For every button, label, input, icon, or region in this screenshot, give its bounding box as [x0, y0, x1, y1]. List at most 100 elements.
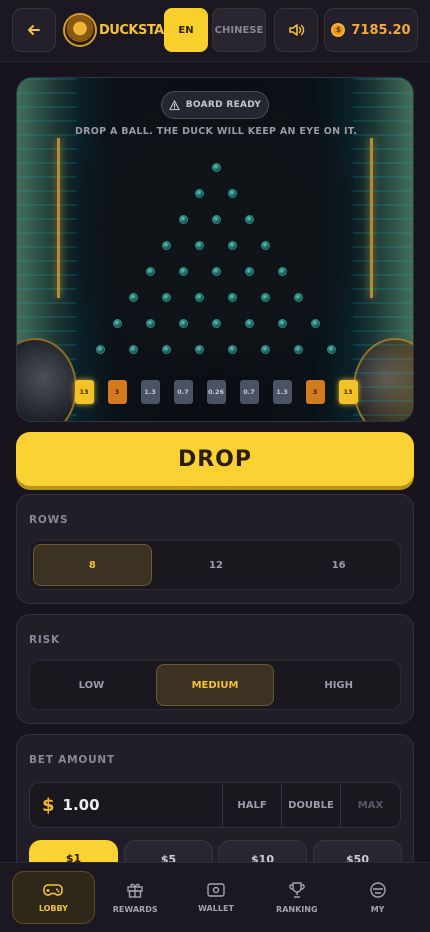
multiplier-bucket: 3	[305, 380, 325, 404]
peg	[211, 266, 221, 276]
multiplier-bucket: 0.26	[206, 380, 226, 404]
plinko-board[interactable]: BOARD READY DROP A BALL. THE DUCK WILL K…	[16, 77, 414, 422]
peg	[261, 344, 270, 354]
bet-amount-input[interactable]: $ 1.00 HALF DOUBLE MAX	[29, 782, 401, 828]
peg	[178, 266, 188, 276]
wallet-icon	[207, 883, 225, 897]
currency-symbol: $	[42, 794, 55, 816]
gamepad-icon	[43, 884, 64, 896]
multiplier-bucket: 0.7	[239, 380, 259, 404]
peg	[178, 318, 188, 328]
board-hint: DROP A BALL. THE DUCK WILL KEEP AN EYE O…	[74, 126, 358, 137]
half-button[interactable]: HALF	[223, 783, 282, 827]
peg	[195, 188, 204, 198]
multiplier-bucket: 13	[338, 380, 358, 404]
rows-selector: 8 12 16	[29, 540, 401, 590]
rows-option-8[interactable]: 8	[33, 544, 152, 586]
sound-toggle-button[interactable]	[274, 8, 318, 52]
peg	[244, 318, 254, 328]
board-status-badge: BOARD READY	[161, 91, 269, 119]
bet-amount-value[interactable]: 1.00	[63, 796, 100, 814]
multiplier-bucket: 1.3	[272, 380, 292, 404]
peg	[310, 318, 320, 328]
peg	[211, 318, 221, 328]
peg	[277, 266, 287, 276]
peg	[277, 318, 287, 328]
board-status-text: BOARD READY	[185, 100, 262, 110]
peg	[327, 344, 336, 354]
multiplier-bucket: 1.3	[140, 380, 160, 404]
bet-title: BET AMOUNT	[29, 754, 115, 766]
nav-ranking[interactable]: RANKING	[256, 871, 337, 924]
risk-option-high[interactable]: HIGH	[280, 664, 397, 706]
nav-rewards-label: REWARDS	[112, 905, 158, 914]
lang-chinese-button[interactable]: CHINESE	[212, 8, 266, 52]
peg	[162, 292, 171, 302]
trophy-icon	[289, 882, 305, 898]
gift-icon	[127, 883, 143, 898]
bottom-nav: LOBBY REWARDS WALLET RANKING MY	[0, 862, 430, 932]
multiplier-bucket: 13	[74, 380, 94, 404]
risk-selector: LOW MEDIUM HIGH	[29, 660, 401, 710]
peg	[96, 344, 105, 354]
nav-my-label: MY	[370, 905, 385, 914]
nav-rewards[interactable]: REWARDS	[95, 871, 176, 924]
right-neon-strip	[370, 138, 373, 298]
peg	[129, 344, 138, 354]
lang-en-button[interactable]: EN	[164, 8, 208, 52]
peg	[228, 292, 237, 302]
peg	[162, 344, 171, 354]
peg	[261, 240, 270, 250]
risk-option-medium[interactable]: MEDIUM	[155, 664, 275, 706]
peg	[211, 162, 221, 172]
peg	[294, 344, 303, 354]
peg	[195, 292, 204, 302]
risk-title: RISK	[29, 634, 60, 646]
balance-display[interactable]: $ 7185.20	[324, 8, 418, 52]
peg	[228, 188, 237, 198]
peg	[195, 344, 204, 354]
multiplier-bucket: 3	[107, 380, 127, 404]
nav-wallet[interactable]: WALLET	[176, 871, 257, 924]
risk-panel: RISK LOW MEDIUM HIGH	[16, 614, 414, 724]
rows-title: ROWS	[29, 514, 69, 526]
multiplier-bucket: 0.7	[173, 380, 193, 404]
peg	[195, 240, 204, 250]
balance-value: 7185.20	[351, 22, 411, 38]
peg	[244, 214, 254, 224]
peg	[145, 318, 155, 328]
peg	[211, 214, 221, 224]
peg	[294, 292, 303, 302]
peg	[145, 266, 155, 276]
top-bar: DUCKSTAKE EN CHINESE $ 7185.20	[0, 0, 430, 62]
double-button[interactable]: DOUBLE	[282, 783, 341, 827]
rows-option-12[interactable]: 12	[158, 544, 275, 586]
left-machine-orb	[17, 338, 77, 421]
speaker-icon	[289, 24, 305, 36]
peg	[112, 318, 122, 328]
drop-button[interactable]: DROP	[16, 432, 414, 486]
peg	[244, 266, 254, 276]
rows-option-16[interactable]: 16	[280, 544, 397, 586]
profile-icon	[369, 882, 386, 898]
peg	[178, 214, 188, 224]
nav-lobby-label: LOBBY	[38, 904, 68, 913]
back-button[interactable]	[12, 8, 56, 52]
nav-wallet-label: WALLET	[198, 904, 234, 913]
duck-logo-icon	[63, 13, 97, 47]
peg	[228, 240, 237, 250]
arrow-left-icon	[28, 25, 40, 35]
left-neon-strip	[57, 138, 60, 298]
warning-icon	[169, 99, 180, 110]
nav-lobby[interactable]: LOBBY	[12, 871, 95, 924]
right-machine-orb	[353, 338, 413, 421]
nav-my[interactable]: MY	[337, 871, 418, 924]
peg	[129, 292, 138, 302]
peg	[162, 240, 171, 250]
rows-panel: ROWS 8 12 16	[16, 494, 414, 604]
peg	[261, 292, 270, 302]
max-button[interactable]: MAX	[341, 783, 400, 827]
risk-option-low[interactable]: LOW	[33, 664, 150, 706]
nav-ranking-label: RANKING	[276, 905, 318, 914]
bet-field[interactable]: $ 1.00	[30, 783, 223, 827]
